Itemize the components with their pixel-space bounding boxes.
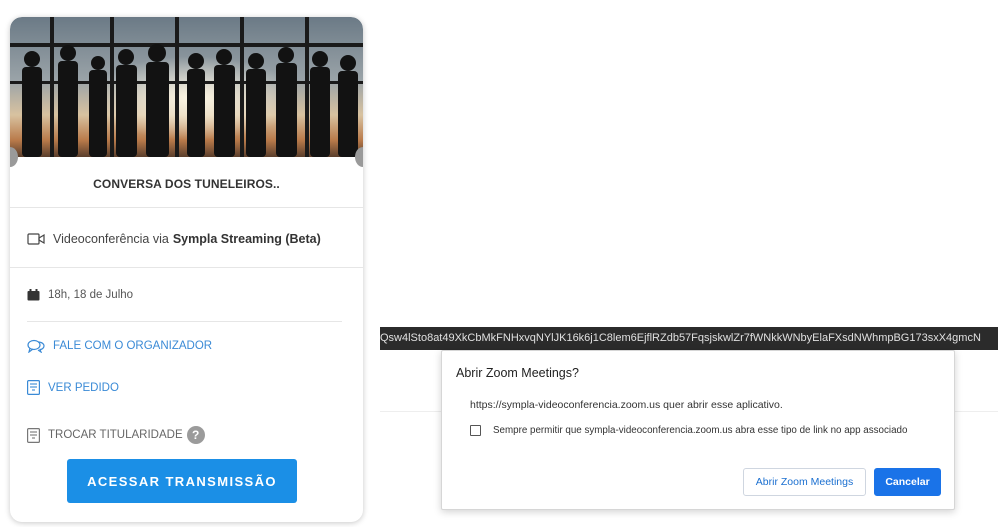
silhouettes-image — [10, 17, 363, 157]
video-platform-name: Sympla Streaming (Beta) — [172, 232, 321, 246]
cancel-button[interactable]: Cancelar — [874, 468, 941, 496]
contact-organizer-label[interactable]: FALE COM O ORGANIZADOR — [53, 340, 212, 352]
divider — [27, 321, 342, 322]
contact-organizer-link[interactable]: FALE COM O ORGANIZADOR — [27, 339, 212, 353]
divider — [10, 207, 363, 208]
event-banner-image — [10, 17, 363, 157]
access-stream-button[interactable]: ACESSAR TRANSMISSÃO — [67, 459, 297, 503]
event-date: 18h, 18 de Julho — [48, 289, 134, 301]
event-title: CONVERSA DOS TUNELEIROS.. — [93, 177, 280, 191]
video-platform-row: Videoconferência via Sympla Streaming (B… — [27, 232, 321, 246]
video-prefix: Videoconferência via — [53, 232, 169, 246]
divider — [10, 267, 363, 268]
open-zoom-dialog: Abrir Zoom Meetings? https://sympla-vide… — [441, 350, 955, 510]
view-order-label[interactable]: VER PEDIDO — [48, 382, 119, 394]
receipt-icon — [27, 427, 40, 443]
open-zoom-meetings-button[interactable]: Abrir Zoom Meetings — [743, 468, 866, 496]
help-icon[interactable]: ? — [186, 426, 205, 444]
transfer-ownership-label[interactable]: TROCAR TITULARIDADE — [48, 429, 183, 441]
always-allow-option[interactable]: Sempre permitir que sympla-videoconferen… — [470, 425, 907, 436]
video-camera-icon — [27, 233, 45, 245]
always-allow-checkbox[interactable] — [470, 425, 481, 436]
transfer-ownership-link[interactable]: TROCAR TITULARIDADE ? — [27, 426, 205, 444]
ticket-card: CONVERSA DOS TUNELEIROS.. Videoconferênc… — [10, 17, 363, 522]
browser-url-bar[interactable]: Qsw4lSto8at49XkCbMkFNHxvqNYlJK16k6j1C8le… — [380, 327, 998, 350]
calendar-icon — [27, 289, 40, 301]
view-order-link[interactable]: VER PEDIDO — [27, 380, 119, 395]
chat-bubbles-icon — [27, 339, 45, 353]
ticket-notch-right — [355, 147, 363, 167]
dialog-title: Abrir Zoom Meetings? — [456, 366, 579, 380]
dialog-message: https://sympla-videoconferencia.zoom.us … — [470, 399, 783, 411]
always-allow-label[interactable]: Sempre permitir que sympla-videoconferen… — [493, 425, 907, 436]
event-date-row: 18h, 18 de Julho — [27, 289, 133, 301]
receipt-icon — [27, 380, 40, 395]
